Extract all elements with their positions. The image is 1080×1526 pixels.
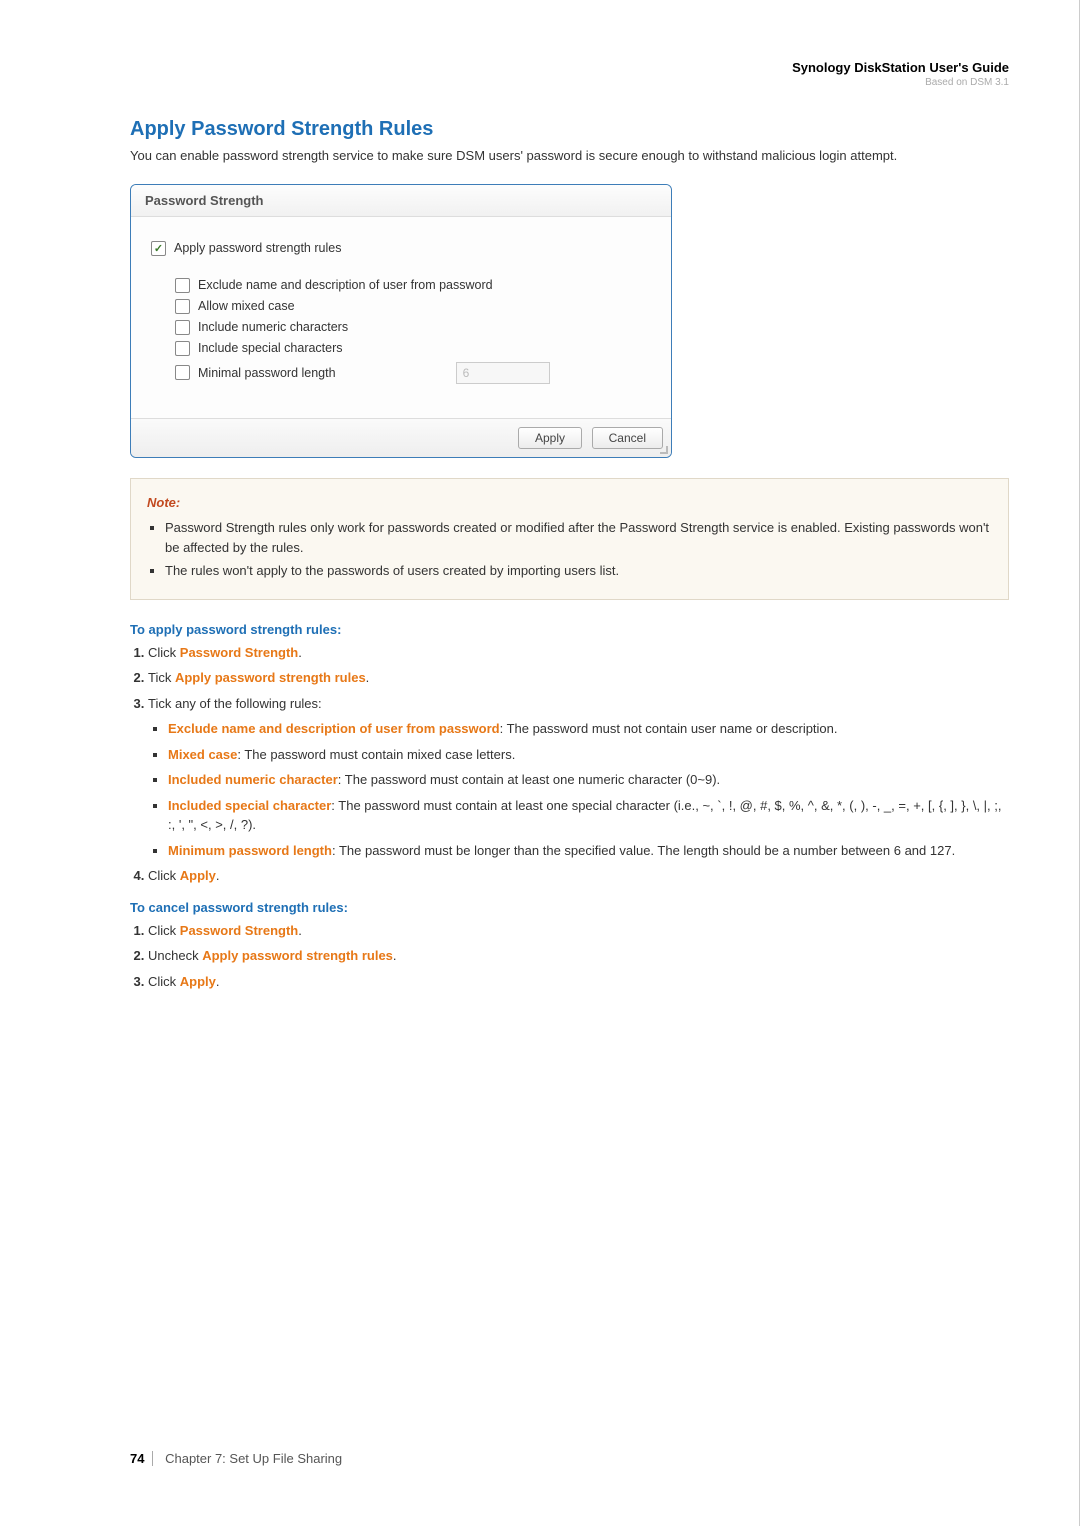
dialog-title: Password Strength [131, 185, 671, 217]
special-label: Include special characters [198, 341, 343, 355]
kw-exclude: Exclude name and description of user fro… [168, 721, 500, 736]
section-title: Apply Password Strength Rules [130, 118, 1009, 141]
step: Click Apply. [148, 972, 1009, 992]
numeric-row: Include numeric characters [175, 320, 651, 335]
rule-item: Included numeric character: The password… [168, 770, 1009, 790]
kw-apply-rules: Apply password strength rules [202, 948, 393, 963]
kw-apply-rules: Apply password strength rules [175, 670, 366, 685]
apply-rules-label: Apply password strength rules [174, 241, 341, 255]
resize-grip-icon[interactable] [658, 444, 668, 454]
exclude-row: Exclude name and description of user fro… [175, 278, 651, 293]
step: Tick any of the following rules: Exclude… [148, 694, 1009, 861]
cancel-steps-list: Click Password Strength. Uncheck Apply p… [130, 921, 1009, 992]
step: Click Apply. [148, 866, 1009, 886]
mixed-case-row: Allow mixed case [175, 299, 651, 314]
kw-password-strength: Password Strength [180, 923, 298, 938]
rule-item: Mixed case: The password must contain mi… [168, 745, 1009, 765]
cancel-button[interactable]: Cancel [592, 427, 663, 449]
minlen-label: Minimal password length [198, 366, 336, 380]
kw-apply: Apply [180, 868, 216, 883]
step: Tick Apply password strength rules. [148, 668, 1009, 688]
numeric-checkbox[interactable] [175, 320, 190, 335]
kw-apply: Apply [180, 974, 216, 989]
exclude-checkbox[interactable] [175, 278, 190, 293]
document-page: Synology DiskStation User's Guide Based … [0, 0, 1080, 1526]
minlen-row: Minimal password length 6 [175, 362, 651, 384]
page-header: Synology DiskStation User's Guide Based … [130, 60, 1009, 88]
dialog-body: Apply password strength rules Exclude na… [131, 217, 671, 418]
step: Click Password Strength. [148, 921, 1009, 941]
dialog-footer: Apply Cancel [131, 418, 671, 457]
apply-heading: To apply password strength rules: [130, 622, 1009, 637]
minlen-checkbox[interactable] [175, 365, 190, 380]
guide-title: Synology DiskStation User's Guide [130, 60, 1009, 75]
step: Uncheck Apply password strength rules. [148, 946, 1009, 966]
note-item: Password Strength rules only work for pa… [165, 518, 992, 557]
apply-button[interactable]: Apply [518, 427, 582, 449]
kw-special: Included special character [168, 798, 331, 813]
note-item: The rules won't apply to the passwords o… [165, 561, 992, 581]
section-intro: You can enable password strength service… [130, 147, 1009, 166]
special-checkbox[interactable] [175, 341, 190, 356]
apply-rules-checkbox[interactable] [151, 241, 166, 256]
minlen-input[interactable]: 6 [456, 362, 550, 384]
page-number: 74 [130, 1451, 153, 1466]
mixed-case-checkbox[interactable] [175, 299, 190, 314]
apply-steps-list: Click Password Strength. Tick Apply pass… [130, 643, 1009, 886]
kw-minlen: Minimum password length [168, 843, 332, 858]
apply-rules-row: Apply password strength rules [151, 241, 651, 256]
guide-subtitle: Based on DSM 3.1 [130, 77, 1009, 88]
kw-mixed: Mixed case [168, 747, 237, 762]
page-footer: 74 Chapter 7: Set Up File Sharing [130, 1451, 342, 1466]
rule-item: Minimum password length: The password mu… [168, 841, 1009, 861]
rule-item: Included special character: The password… [168, 796, 1009, 835]
special-row: Include special characters [175, 341, 651, 356]
cancel-heading: To cancel password strength rules: [130, 900, 1009, 915]
kw-password-strength: Password Strength [180, 645, 298, 660]
password-strength-dialog: Password Strength Apply password strengt… [130, 184, 672, 458]
mixed-case-label: Allow mixed case [198, 299, 295, 313]
step: Click Password Strength. [148, 643, 1009, 663]
kw-numeric: Included numeric character [168, 772, 338, 787]
rules-list: Exclude name and description of user fro… [168, 719, 1009, 860]
note-box: Note: Password Strength rules only work … [130, 478, 1009, 600]
rule-item: Exclude name and description of user fro… [168, 719, 1009, 739]
numeric-label: Include numeric characters [198, 320, 348, 334]
exclude-label: Exclude name and description of user fro… [198, 278, 493, 292]
chapter-label: Chapter 7: Set Up File Sharing [165, 1451, 342, 1466]
note-label: Note: [147, 495, 180, 510]
note-list: Password Strength rules only work for pa… [165, 518, 992, 581]
